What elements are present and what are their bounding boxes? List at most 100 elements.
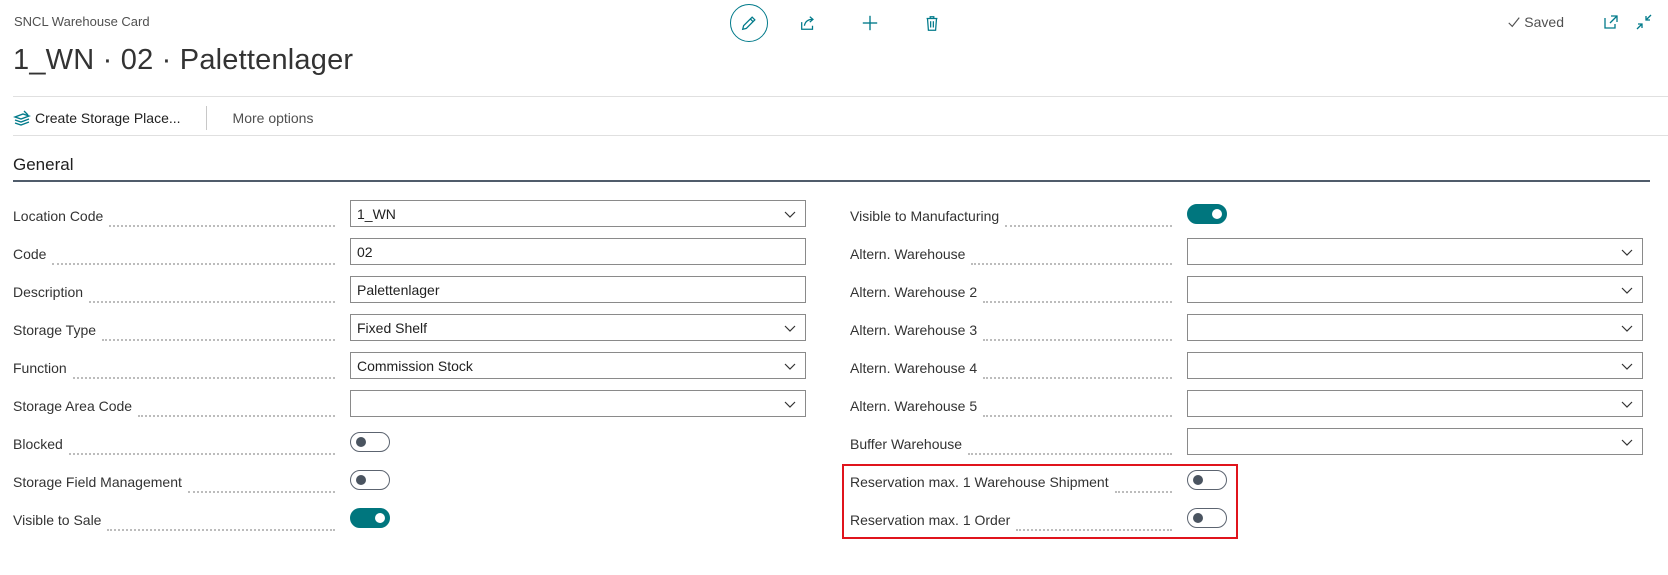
field-row-altern-warehouse: Altern. Warehouse xyxy=(850,238,1650,276)
field-value: Palettenlager xyxy=(357,281,440,298)
new-button[interactable] xyxy=(852,5,888,41)
field-label-text: Altern. Warehouse 5 xyxy=(850,398,978,414)
checkmark-icon xyxy=(1508,17,1520,28)
field-label-text: Altern. Warehouse 3 xyxy=(850,322,978,338)
field-label-text: Visible to Manufacturing xyxy=(850,208,1000,224)
field-label: Visible to Manufacturing xyxy=(850,205,1180,227)
function-select[interactable]: Commission Stock xyxy=(350,352,806,379)
code-input[interactable]: 02 xyxy=(350,238,806,265)
share-button[interactable] xyxy=(790,5,826,41)
field-row-storage-type: Storage Type Fixed Shelf xyxy=(13,314,813,352)
chevron-down-icon xyxy=(784,325,796,332)
field-label-text: Altern. Warehouse 4 xyxy=(850,360,978,376)
chevron-down-icon xyxy=(1621,287,1633,294)
blocked-toggle[interactable] xyxy=(350,432,390,452)
field-label: Storage Type xyxy=(13,319,343,341)
section-title-general[interactable]: General xyxy=(13,155,73,175)
field-row-function: Function Commission Stock xyxy=(13,352,813,390)
field-label-text: Altern. Warehouse 2 xyxy=(850,284,978,300)
action-separator xyxy=(205,106,207,130)
dotted-leader xyxy=(971,251,1172,265)
toggle-knob xyxy=(1212,209,1222,219)
trash-icon xyxy=(926,16,938,31)
field-value: Fixed Shelf xyxy=(357,319,428,336)
field-label-text: Visible to Sale xyxy=(13,512,102,528)
field-label-text: Description xyxy=(13,284,84,300)
field-label-text: Blocked xyxy=(13,436,63,452)
chevron-down-icon xyxy=(784,363,796,370)
saved-label: Saved xyxy=(1524,14,1564,30)
dotted-leader xyxy=(1005,213,1172,227)
field-label-text: Storage Type xyxy=(13,322,97,338)
altern-warehouse-select[interactable] xyxy=(1187,238,1643,265)
left-field-column: Location Code 1_WN Code 02 Description Palett… xyxy=(13,200,813,542)
altern-warehouse-2-select[interactable] xyxy=(1187,276,1643,303)
location-code-select[interactable]: 1_WN xyxy=(350,200,806,227)
storage-field-management-toggle[interactable] xyxy=(350,470,390,490)
field-row-location-code: Location Code 1_WN xyxy=(13,200,813,238)
dotted-leader xyxy=(983,327,1172,341)
storage-type-select[interactable]: Fixed Shelf xyxy=(350,314,806,341)
field-label: Code xyxy=(13,243,343,265)
field-row-description: Description Palettenlager xyxy=(13,276,813,314)
field-row-altern-warehouse-4: Altern. Warehouse 4 xyxy=(850,352,1650,390)
dotted-leader xyxy=(187,479,335,493)
visible-to-sale-toggle[interactable] xyxy=(350,508,390,528)
toggle-knob xyxy=(375,513,385,523)
chevron-down-icon xyxy=(1621,325,1633,332)
pencil-icon xyxy=(741,16,756,31)
page-status-area: Saved xyxy=(1507,0,1668,44)
share-icon xyxy=(801,16,814,30)
dotted-leader xyxy=(983,289,1172,303)
field-value: Commission Stock xyxy=(357,357,473,374)
description-input[interactable]: Palettenlager xyxy=(350,276,806,303)
field-row-visible-to-sale: Visible to Sale xyxy=(13,504,813,542)
field-label: Altern. Warehouse 2 xyxy=(850,281,1180,303)
chevron-down-icon xyxy=(784,401,796,408)
field-row-altern-warehouse-2: Altern. Warehouse 2 xyxy=(850,276,1650,314)
dotted-leader xyxy=(89,289,335,303)
card-title: SNCL Warehouse Card xyxy=(14,14,150,29)
field-label-text: Storage Field Management xyxy=(13,474,182,490)
dotted-leader xyxy=(52,251,335,265)
dotted-leader xyxy=(72,365,335,379)
field-value: 1_WN xyxy=(357,205,396,222)
create-storage-place-button[interactable]: Create Storage Place... xyxy=(13,109,181,127)
field-label: Description xyxy=(13,281,343,303)
stack-create-icon xyxy=(13,110,31,126)
storage-area-code-select[interactable] xyxy=(350,390,806,417)
open-in-new-window-icon xyxy=(1604,15,1618,29)
altern-warehouse-3-select[interactable] xyxy=(1187,314,1643,341)
more-options-button[interactable]: More options xyxy=(233,110,314,126)
field-label: Blocked xyxy=(13,433,343,455)
field-row-storage-field-management: Storage Field Management xyxy=(13,466,813,504)
altern-warehouse-4-select[interactable] xyxy=(1187,352,1643,379)
field-label: Storage Field Management xyxy=(13,471,343,493)
header-divider xyxy=(13,96,1668,97)
field-label: Storage Area Code xyxy=(13,395,343,417)
altern-warehouse-5-select[interactable] xyxy=(1187,390,1643,417)
chevron-down-icon xyxy=(1621,439,1633,446)
dotted-leader xyxy=(983,365,1172,379)
visible-to-manufacturing-toggle[interactable] xyxy=(1187,204,1227,224)
dotted-leader xyxy=(102,327,335,341)
field-row-code: Code 02 xyxy=(13,238,813,276)
field-value: 02 xyxy=(357,243,373,260)
field-row-blocked: Blocked xyxy=(13,428,813,466)
buffer-warehouse-select[interactable] xyxy=(1187,428,1643,455)
field-label-text: Location Code xyxy=(13,208,104,224)
dotted-leader xyxy=(68,441,335,455)
highlight-box xyxy=(842,464,1238,539)
open-new-window-button[interactable] xyxy=(1602,13,1620,31)
dotted-leader xyxy=(983,403,1172,417)
delete-button[interactable] xyxy=(914,5,950,41)
saved-status: Saved xyxy=(1507,14,1564,30)
field-row-altern-warehouse-5: Altern. Warehouse 5 xyxy=(850,390,1650,428)
record-toolbar xyxy=(730,4,976,42)
action-divider xyxy=(13,135,1668,136)
collapse-button[interactable] xyxy=(1635,13,1653,31)
chevron-down-icon xyxy=(784,211,796,218)
field-label: Altern. Warehouse 5 xyxy=(850,395,1180,417)
edit-button[interactable] xyxy=(730,4,768,42)
field-row-storage-area-code: Storage Area Code xyxy=(13,390,813,428)
